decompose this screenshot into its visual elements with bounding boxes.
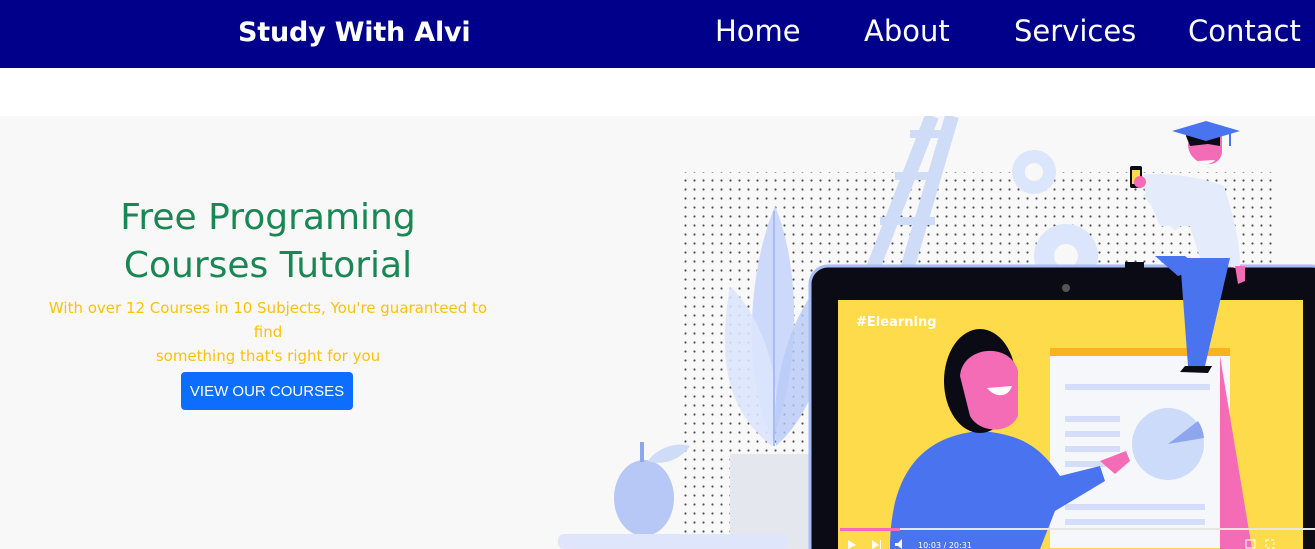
nav-link-contact[interactable]: Contact	[1188, 14, 1301, 48]
hero-title-line-1: Free Programing	[120, 197, 416, 238]
hero-text-block: Free Programing Courses Tutorial With ov…	[40, 194, 496, 368]
nav-link-services[interactable]: Services	[1014, 14, 1136, 48]
top-navbar: Study With Alvi Home About Services Cont…	[0, 0, 1315, 68]
hero-subtitle-line-1: With over 12 Courses in 10 Subjects, You…	[48, 299, 488, 341]
hero-subtitle: With over 12 Courses in 10 Subjects, You…	[40, 296, 496, 368]
brand-logo-text[interactable]: Study With Alvi	[238, 17, 471, 48]
elearning-illustration: #Elearning 10:03 / 20:31	[558, 116, 1315, 549]
presentation-board-graphic	[1050, 348, 1252, 549]
hero-title-line-2: Courses Tutorial	[123, 245, 413, 286]
books-graphic	[558, 534, 788, 549]
apple-graphic	[614, 442, 690, 536]
view-courses-button[interactable]: VIEW OUR COURSES	[181, 372, 353, 410]
nav-link-home[interactable]: Home	[715, 14, 801, 48]
hero-subtitle-line-2: something that's right for you	[155, 347, 381, 365]
hero-section: Free Programing Courses Tutorial With ov…	[0, 116, 1315, 549]
screen-tag-text: #Elearning	[856, 315, 937, 330]
hero-title: Free Programing Courses Tutorial	[40, 194, 496, 290]
nav-link-about[interactable]: About	[864, 14, 950, 48]
video-time-text: 10:03 / 20:31	[918, 541, 972, 549]
